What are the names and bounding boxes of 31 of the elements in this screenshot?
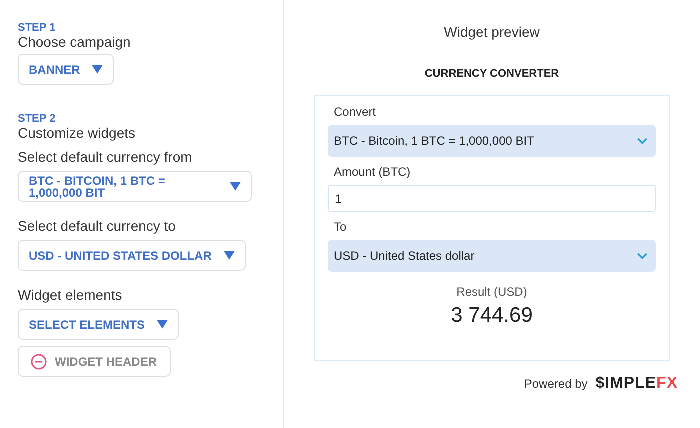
widget-title: CURRENCY CONVERTER xyxy=(424,68,560,80)
dropdown-button[interactable]: SELECT ELEMENTS xyxy=(18,309,180,340)
caret-icon xyxy=(92,65,104,74)
remove-icon[interactable] xyxy=(31,354,47,370)
caret-icon xyxy=(224,251,235,260)
step-title: Choose campaign xyxy=(18,34,131,50)
field-label: Convert xyxy=(334,105,378,119)
field-label: To xyxy=(334,220,348,234)
step-label: STEP 2 xyxy=(18,113,56,125)
chevron-down-icon xyxy=(637,252,648,260)
element-chip[interactable]: WIDGET HEADER xyxy=(18,346,171,377)
field-label: Amount (BTC) xyxy=(334,165,412,179)
dropdown-button[interactable]: USD - UNITED STATES DOLLAR xyxy=(18,240,246,271)
step-title: Customize widgets xyxy=(18,125,136,141)
dropdown-button[interactable]: BANNER xyxy=(18,54,114,85)
currency-select[interactable]: USD - United States dollar xyxy=(328,240,656,272)
logo: $IMPLEFX xyxy=(596,375,678,393)
powered-by-text: Powered by xyxy=(524,377,588,391)
chevron-down-icon xyxy=(637,138,648,144)
field-label: Select default currency from xyxy=(18,149,192,165)
field-label: Select default currency to xyxy=(18,218,176,234)
caret-icon xyxy=(157,320,168,329)
amount-field[interactable]: 1 xyxy=(328,185,656,212)
field-label: Widget elements xyxy=(18,287,122,303)
caret-icon xyxy=(230,182,241,191)
preview-heading: Widget preview xyxy=(444,24,540,40)
step-label: STEP 1 xyxy=(18,22,56,34)
result-value: 3 744.69 xyxy=(451,304,533,328)
result-label: Result (USD) xyxy=(456,285,528,299)
currency-select[interactable]: BTC - Bitcoin, 1 BTC = 1,000,000 BIT xyxy=(328,125,656,157)
dropdown-button[interactable]: BTC - BITCOIN, 1 BTC = 1,000,000 BIT xyxy=(18,171,252,202)
